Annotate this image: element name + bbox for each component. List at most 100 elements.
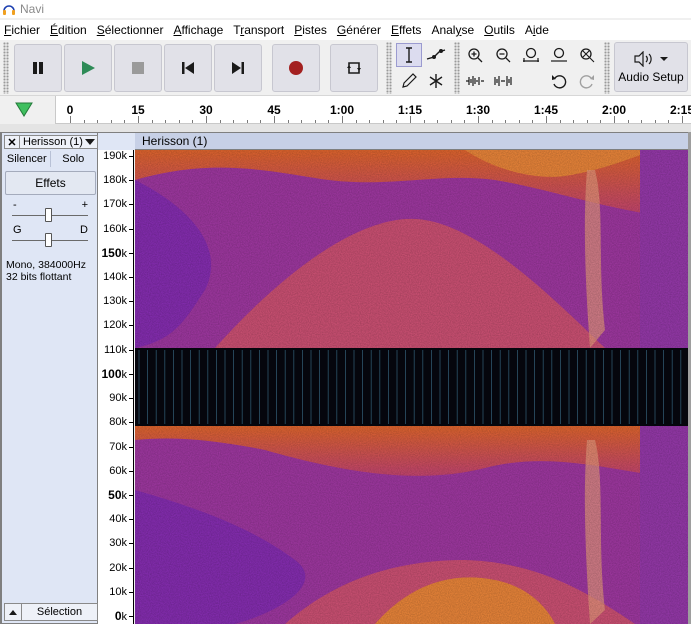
close-track-button[interactable]: ✕ [4,135,20,149]
loop-button[interactable] [330,44,378,92]
asterisk-icon [429,74,443,88]
track-header: ✕ Herisson (1) [4,135,98,149]
undo-button[interactable] [546,69,572,93]
record-button[interactable] [272,44,320,92]
zoom-out-button[interactable] [490,43,516,67]
pan-thumb[interactable] [44,233,52,247]
ruler-tick [573,120,575,123]
toolbar: Audio Setup [0,40,691,96]
skip-to-start-button[interactable] [164,44,212,92]
frequency-value: 80 [109,416,122,429]
play-button[interactable] [64,44,112,92]
zoom-fit-icon [551,47,567,62]
ruler-label: 45 [267,103,281,117]
frequency-unit: k [121,537,128,550]
record-icon [289,61,303,75]
ruler-tick [138,116,139,123]
stop-button[interactable] [114,44,162,92]
frequency-label: 180k [103,174,127,186]
ruler-label: 1:15 [397,103,423,117]
frequency-tick [129,277,133,279]
edit-grip[interactable] [454,42,460,94]
ruler-tick [505,120,507,123]
ruler-tick [83,120,85,123]
pause-button[interactable] [14,44,62,92]
draw-tool-button[interactable] [396,69,422,93]
menu-transport[interactable]: Transport [229,23,290,37]
ruler-tick [151,120,153,123]
menu-outils[interactable]: Outils [480,23,521,37]
redo-button[interactable] [574,69,600,93]
frequency-scale[interactable]: 190k 180k 170k 160k 150k 140k 130k 120k 110k 100k… [98,150,134,624]
frequency-label: 60k [109,465,127,477]
pan-slider[interactable]: G D [10,224,90,247]
i-beam-icon [406,47,412,63]
menu-edition[interactable]: Édition [46,23,93,37]
pan-left-label: G [13,224,22,236]
collapse-track-button[interactable] [4,603,22,621]
pan-right-label: D [80,224,88,236]
dropdown-arrow-icon [660,56,668,61]
mute-solo-row: Silencer Solo [4,151,96,167]
frequency-value: 190 [103,150,122,162]
ruler-tick [124,120,126,123]
effects-button[interactable]: Effets [5,171,96,195]
ruler-tick [274,116,275,123]
frequency-label: 160k [103,223,127,235]
gain-slider[interactable]: - + [10,199,90,222]
selection-tool-button[interactable] [396,43,422,67]
silence-button[interactable] [490,69,516,93]
menu-aide[interactable]: Aide [521,23,555,37]
envelope-tool-button[interactable] [423,43,449,67]
gain-minus-label: - [13,199,17,211]
menu-fichier[interactable]: Fichier [0,23,46,37]
menu-effets[interactable]: Effets [387,23,427,37]
frequency-value: 150 [101,245,122,260]
pencil-icon [402,73,417,88]
frequency-unit: k [121,343,128,356]
menu-bar: Fichier Édition Sélectionner Affichage Trans… [0,20,691,40]
undo-icon [552,75,567,89]
frequency-label: 10k [109,586,127,598]
spectrogram-view[interactable] [135,150,689,624]
menu-selectionner[interactable]: Sélectionner [93,23,170,37]
zoom-in-button[interactable] [462,43,488,67]
zoom-toggle-icon [580,48,595,63]
redo-icon [579,75,594,89]
play-head-icon[interactable] [15,102,33,118]
audio-setup-grip[interactable] [604,42,610,94]
audacity-window: Navi Fichier Édition Sélectionner Affichage… [0,0,691,624]
ruler-tick [382,120,384,123]
tools-grip[interactable] [386,42,392,94]
trim-button[interactable] [462,69,488,93]
ruler-tick [178,120,180,123]
clip-name: Herisson (1) [142,134,208,148]
timeline-ruler[interactable]: 0 15 30 45 1:00 1:15 1:30 1:45 2:00 2:15 [56,96,691,124]
solo-button[interactable]: Solo [51,151,97,167]
menu-generer[interactable]: Générer [333,23,387,37]
ruler-tick [165,120,167,123]
fit-project-button[interactable] [546,43,572,67]
frequency-tick [129,591,133,593]
track-menu-button[interactable]: Herisson (1) [20,135,98,149]
ruler-tick [287,120,289,123]
frequency-label: 120k [103,319,127,331]
frequency-label: 40k [109,513,127,525]
menu-affichage[interactable]: Affichage [169,23,229,37]
menu-pistes[interactable]: Pistes [290,23,333,37]
frequency-label: 90k [109,392,127,404]
fit-selection-button[interactable] [518,43,544,67]
audio-setup-button[interactable]: Audio Setup [614,42,688,92]
toolbar-grip[interactable] [3,42,9,94]
gain-thumb[interactable] [44,208,52,222]
clip-header[interactable]: Herisson (1) [135,132,691,150]
select-track-button[interactable]: Sélection [22,603,98,621]
mute-button[interactable]: Silencer [4,151,51,167]
menu-analyse[interactable]: Analyse [427,23,480,37]
multi-tool-button[interactable] [423,69,449,93]
collapse-arrow-icon [9,610,17,615]
skip-to-end-button[interactable] [214,44,262,92]
ruler-tick [219,120,221,123]
zoom-toggle-button[interactable] [574,43,600,67]
ruler-tick [654,120,656,123]
